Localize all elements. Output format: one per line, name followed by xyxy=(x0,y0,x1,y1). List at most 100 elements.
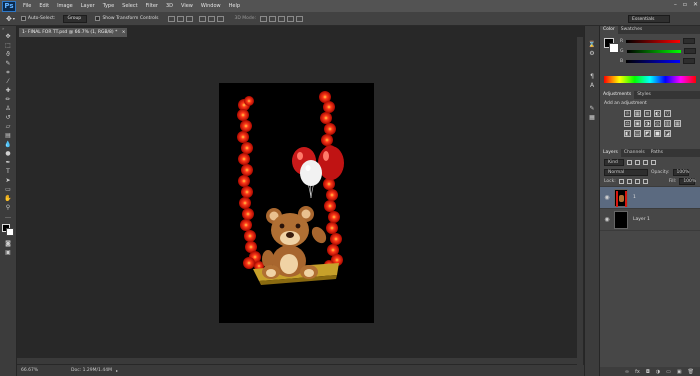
brush-panel-icon[interactable]: ✎ xyxy=(586,104,599,113)
red-slider[interactable] xyxy=(626,39,681,43)
photo-filter-icon[interactable]: ◎ xyxy=(654,120,661,127)
black-white-icon[interactable]: ◑ xyxy=(644,120,651,127)
align-center-icon[interactable] xyxy=(208,15,216,22)
vertical-scrollbar[interactable] xyxy=(577,37,583,365)
align-right-icon[interactable] xyxy=(217,15,225,22)
gradient-tool-icon[interactable]: ▤ xyxy=(2,131,15,140)
menu-edit[interactable]: Edit xyxy=(35,3,53,9)
auto-select-dropdown[interactable]: Group xyxy=(63,14,88,23)
tab-color[interactable]: Color xyxy=(600,26,618,34)
history-brush-tool-icon[interactable]: ↺ xyxy=(2,113,15,122)
brightness-contrast-icon[interactable]: ☼ xyxy=(624,110,631,117)
roll-3d-icon[interactable] xyxy=(269,15,276,22)
tab-paths[interactable]: Paths xyxy=(648,149,666,157)
brush-tool-icon[interactable]: ✏ xyxy=(2,95,15,104)
zoom-level[interactable]: 66.67% xyxy=(21,368,61,373)
background-color-swatch[interactable] xyxy=(6,228,14,236)
menu-filter[interactable]: Filter xyxy=(142,3,162,9)
hue-saturation-icon[interactable]: ⚖ xyxy=(624,120,631,127)
lasso-tool-icon[interactable]: ϑ xyxy=(2,50,15,59)
channel-mixer-icon[interactable]: ▥ xyxy=(664,120,671,127)
shape-tool-icon[interactable]: ▭ xyxy=(2,185,15,194)
layer-row-selected[interactable]: ◉ 1 xyxy=(600,187,700,209)
healing-brush-tool-icon[interactable]: ✚ xyxy=(2,86,15,95)
drag-3d-icon[interactable] xyxy=(278,15,285,22)
align-top-icon[interactable] xyxy=(168,15,176,22)
filter-type-icon[interactable] xyxy=(643,159,648,165)
clone-source-panel-icon[interactable]: ▦ xyxy=(586,113,599,122)
green-value-field[interactable] xyxy=(683,48,696,54)
scale-3d-icon[interactable] xyxy=(296,15,303,22)
lock-all-icon[interactable] xyxy=(642,179,648,184)
tab-styles[interactable]: Styles xyxy=(634,91,654,99)
lock-position-icon[interactable] xyxy=(634,179,640,184)
new-layer-icon[interactable]: ▣ xyxy=(677,369,682,375)
menu-select[interactable]: Select xyxy=(118,3,141,9)
image-canvas[interactable] xyxy=(219,83,374,323)
path-select-tool-icon[interactable]: ➤ xyxy=(2,176,15,185)
visibility-eye-icon[interactable]: ◉ xyxy=(600,216,614,223)
align-left-icon[interactable] xyxy=(199,15,207,22)
minimize-button[interactable]: – xyxy=(674,1,677,8)
marquee-tool-icon[interactable]: ⬚ xyxy=(2,41,15,50)
close-button[interactable]: ✕ xyxy=(693,1,698,8)
blue-slider[interactable] xyxy=(626,59,681,63)
menu-view[interactable]: View xyxy=(177,3,197,9)
selective-color-icon[interactable]: ◪ xyxy=(664,130,671,137)
align-middle-icon[interactable] xyxy=(177,15,185,22)
invert-icon[interactable]: ◧ xyxy=(624,130,631,137)
visibility-eye-icon[interactable]: ◉ xyxy=(600,194,614,201)
delete-layer-icon[interactable]: 🗑 xyxy=(688,369,694,375)
dodge-tool-icon[interactable]: ● xyxy=(2,149,15,158)
tab-channels[interactable]: Channels xyxy=(621,149,648,157)
quick-select-tool-icon[interactable]: ✎ xyxy=(2,59,15,68)
green-slider[interactable] xyxy=(626,49,681,53)
panel-background-swatch[interactable] xyxy=(609,43,619,53)
lock-pixels-icon[interactable] xyxy=(626,179,632,184)
curves-icon[interactable]: ≋ xyxy=(644,110,651,117)
posterize-icon[interactable]: ▤ xyxy=(634,130,641,137)
crop-tool-icon[interactable]: ⌗ xyxy=(2,68,15,77)
lock-transparent-icon[interactable] xyxy=(618,179,624,184)
blend-mode-dropdown[interactable]: Normal xyxy=(604,168,648,176)
properties-panel-icon[interactable]: ⚙ xyxy=(586,49,599,58)
eyedropper-tool-icon[interactable]: ⁄ xyxy=(2,77,15,86)
hand-tool-icon[interactable]: ✋ xyxy=(2,194,15,203)
tab-close-icon[interactable]: × xyxy=(122,30,126,35)
color-lookup-icon[interactable]: ▦ xyxy=(674,120,681,127)
blue-value-field[interactable] xyxy=(683,58,696,64)
layer-name[interactable]: 1 xyxy=(633,195,636,200)
layer-name[interactable]: Layer 1 xyxy=(633,217,650,222)
layer-row[interactable]: ◉ Layer 1 xyxy=(600,209,700,231)
zoom-tool-icon[interactable]: ⚲ xyxy=(2,203,15,212)
new-group-icon[interactable]: ▭ xyxy=(666,369,671,375)
exposure-icon[interactable]: ◐ xyxy=(654,110,661,117)
blur-tool-icon[interactable]: 💧 xyxy=(2,140,15,149)
history-panel-icon[interactable]: ⌛ xyxy=(586,40,599,49)
status-menu-arrow-icon[interactable]: ▸ xyxy=(116,368,118,373)
auto-select-checkbox[interactable] xyxy=(20,16,26,21)
quick-mask-icon[interactable]: ◙ xyxy=(2,239,15,248)
transform-controls-checkbox[interactable] xyxy=(95,16,101,21)
character-panel-icon[interactable]: A xyxy=(586,81,599,90)
red-value-field[interactable] xyxy=(683,38,696,44)
link-layers-icon[interactable]: ∞ xyxy=(625,369,629,375)
menu-window[interactable]: Window xyxy=(197,3,225,9)
more-tools-icon[interactable]: … xyxy=(2,212,15,221)
move-tool-icon[interactable]: ✥ xyxy=(2,32,15,41)
menu-3d[interactable]: 3D xyxy=(162,3,177,9)
workspace-switcher[interactable]: Essentials xyxy=(628,15,670,23)
layer-kind-dropdown[interactable]: Kind xyxy=(604,158,624,166)
type-tool-icon[interactable]: T xyxy=(2,167,15,176)
menu-image[interactable]: Image xyxy=(53,3,77,9)
pen-tool-icon[interactable]: ✒ xyxy=(2,158,15,167)
gradient-map-icon[interactable]: ■ xyxy=(654,130,661,137)
layer-style-icon[interactable]: fx xyxy=(635,369,640,375)
fill-field[interactable]: 100% xyxy=(679,178,696,185)
menu-layer[interactable]: Layer xyxy=(77,3,99,9)
rotate-3d-icon[interactable] xyxy=(260,15,267,22)
paragraph-panel-icon[interactable]: ¶ xyxy=(586,72,599,81)
color-spectrum-bar[interactable] xyxy=(604,76,696,83)
vibrance-icon[interactable]: ▽ xyxy=(664,110,671,117)
chevron-down-icon[interactable]: ▾ xyxy=(13,16,15,21)
